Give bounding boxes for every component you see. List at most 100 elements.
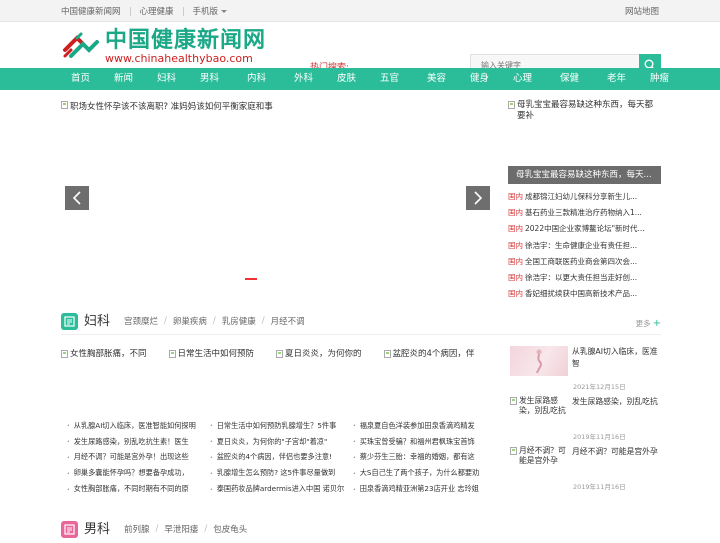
article-image[interactable]: 月经不调？可能是宫外孕: [510, 446, 568, 476]
nav-item[interactable]: 男科: [186, 68, 233, 90]
section-tab[interactable]: 前列腺: [124, 523, 150, 535]
list-item[interactable]: 日常生活中如何预防乳腺增生？5件事: [204, 418, 347, 434]
more-link[interactable]: 更多 +: [636, 318, 661, 329]
more-label: 更多: [635, 319, 651, 328]
article-card[interactable]: 月经不调？可能是宫外孕 月经不调？可能是宫外孕 2019年11月16日: [510, 446, 661, 495]
list-item[interactable]: 盆腔炎的4个病因，伴侣也要多注意!: [204, 450, 347, 466]
article-card[interactable]: 从乳腺AI切入临床，医准智 2021年12月15日: [510, 346, 661, 395]
slider-indicator[interactable]: [245, 278, 257, 280]
logo-mark-icon: [61, 28, 101, 60]
section-tab[interactable]: 乳房健康: [222, 315, 256, 327]
news-tag: 国内: [508, 256, 523, 266]
side-featured-title[interactable]: 母乳宝宝最容易缺这种东西，每天...: [508, 166, 661, 184]
list-item[interactable]: 蔡少芬生三胎：幸福的婚姻，都有这: [347, 450, 490, 466]
topbar-link-mobile[interactable]: 手机版: [193, 5, 219, 17]
mobile-version-dropdown[interactable]: 手机版: [193, 5, 228, 17]
card-date: 2019年11月16日: [573, 433, 626, 441]
broken-image-icon: [508, 101, 515, 109]
nav-item[interactable]: 首页: [61, 68, 100, 90]
header: 中国健康新闻网 www.chinahealthybao.com 热门搜索:: [0, 22, 720, 76]
list-item[interactable]: 福泉夏自色洋装参加田泉香滴鸡精发: [347, 418, 490, 434]
card-date: 2021年12月15日: [573, 383, 626, 391]
list-item[interactable]: 买珠宝曾受骗？和福州君枫珠宝首饰: [347, 434, 490, 450]
broken-image-icon: [61, 101, 68, 109]
section-tab[interactable]: 卵巢疾病: [173, 315, 207, 327]
site-logo[interactable]: 中国健康新闻网 www.chinahealthybao.com: [61, 28, 266, 65]
article-image[interactable]: [510, 346, 568, 376]
article-card[interactable]: 发生尿路感染，别乱吃抗 发生尿路感染，别乱吃抗 2019年11月16日: [510, 396, 661, 445]
broken-image-icon: [510, 397, 517, 405]
news-tag: 国内: [508, 191, 523, 201]
section-nanke-icon: [61, 521, 78, 538]
nav-item[interactable]: 外科: [280, 68, 327, 90]
chevron-right-icon: [474, 191, 483, 205]
broken-image-icon: [276, 350, 283, 358]
list-item[interactable]: 乳腺增生怎么预防? 这5件事尽量做到: [204, 465, 347, 481]
main-nav: 首页 新闻 妇科 男科 内科 外科 皮肤 五官 美容 健身 心理 保健 老年 肿瘤: [0, 68, 720, 90]
topbar-link-psychology[interactable]: 心理健康: [140, 5, 174, 17]
section-header-fuke: 妇科 宫颈糜烂 / 卵巢疾病 / 乳房健康 / 月经不调 更多 +: [61, 313, 661, 335]
news-tag: 国内: [508, 224, 523, 234]
side-news-item[interactable]: 国内 徐浩宇：生命健康企业有责任担...: [508, 237, 661, 253]
side-news-item[interactable]: 国内 基石药业三款精准治疗药物纳入1...: [508, 204, 661, 220]
nav-item[interactable]: 健身: [460, 68, 499, 90]
list-item[interactable]: 从乳腺AI切入临床，医准智能如何探明: [61, 418, 204, 434]
list-item[interactable]: 泰国药妆品牌ardermis进入中国 诺贝尔: [204, 481, 347, 497]
article-image[interactable]: 发生尿路感染，别乱吃抗: [510, 396, 568, 426]
image-alt-text: 发生尿路感染，别乱吃抗: [519, 396, 566, 415]
top-bar: 中国健康新闻网 心理健康 手机版 网站地图: [0, 0, 720, 22]
nav-item[interactable]: 肿瘤: [640, 68, 679, 90]
slide-image[interactable]: 职场女性怀孕该不该离职? 准妈妈该如何平衡家庭和事: [61, 100, 491, 112]
side-news-item[interactable]: 国内 香妃细扰续获中国高新技术产品...: [508, 286, 661, 302]
nav-item[interactable]: 心理: [499, 68, 546, 90]
side-news-item[interactable]: 国内 全国工商联医药业商会第四次会...: [508, 253, 661, 269]
news-tag: 国内: [508, 273, 523, 283]
nav-item[interactable]: 美容: [413, 68, 460, 90]
broken-image-icon: [61, 350, 68, 358]
slider-next-button[interactable]: [466, 186, 490, 210]
divider: [182, 6, 184, 16]
thumbnail[interactable]: 夏日炎炎，为何你的: [276, 349, 384, 360]
image-slider[interactable]: 职场女性怀孕该不该离职? 准妈妈该如何平衡家庭和事: [61, 100, 491, 285]
nav-item[interactable]: 保健: [546, 68, 593, 90]
fuke-thumbnails: 女性胸部胀痛，不同 日常生活中如何预防 夏日炎炎，为何你的 盆腔炎的4个病因，伴: [61, 349, 491, 360]
figure-illustration-icon: [536, 349, 542, 374]
section-tab[interactable]: 宫颈糜烂: [124, 315, 158, 327]
slider-prev-button[interactable]: [65, 186, 89, 210]
thumbnail[interactable]: 女性胸部胀痛，不同: [61, 349, 169, 360]
topbar-link-home[interactable]: 中国健康新闻网: [61, 5, 121, 17]
news-tag: 国内: [508, 289, 523, 299]
section-tabs: 宫颈糜烂 / 卵巢疾病 / 乳房健康 / 月经不调: [124, 315, 305, 327]
section-tab[interactable]: 早泄阳痿: [164, 523, 198, 535]
list-item[interactable]: 大S自己生了两个孩子，为什么都要劝: [347, 465, 490, 481]
nav-item[interactable]: 妇科: [147, 68, 186, 90]
section-tab[interactable]: 月经不调: [271, 315, 305, 327]
logo-cn-text: 中国健康新闻网: [105, 27, 267, 53]
nav-item[interactable]: 内科: [233, 68, 280, 90]
fuke-article-lists: 从乳腺AI切入临床，医准智能如何探明发生尿路感染，别乱吃抗生素！医生月经不调？可…: [61, 418, 491, 497]
nav-item[interactable]: 新闻: [100, 68, 147, 90]
news-title: 成都锦江妇幼儿保科分享新生儿...: [525, 191, 638, 201]
side-featured-image[interactable]: 母乳宝宝最容易缺这种东西，每天都要补: [508, 100, 661, 158]
section-tab[interactable]: 包皮龟头: [213, 523, 247, 535]
news-tag: 国内: [508, 240, 523, 250]
nav-item[interactable]: 五官: [366, 68, 413, 90]
nav-item[interactable]: 老年: [593, 68, 640, 90]
side-news-item[interactable]: 国内 成都锦江妇幼儿保科分享新生儿...: [508, 188, 661, 204]
thumbnail[interactable]: 盆腔炎的4个病因，伴: [383, 349, 492, 360]
list-item[interactable]: 女性胸部胀痛，不同时期有不同的原: [61, 481, 204, 497]
side-news-item[interactable]: 国内 徐浩宇：以更大责任担当走好创...: [508, 269, 661, 285]
list-item[interactable]: 夏日炎炎，为何你的"子宫却"着凉": [204, 434, 347, 450]
list-item[interactable]: 发生尿路感染，别乱吃抗生素！医生: [61, 434, 204, 450]
list-item[interactable]: 卵巢多囊能怀孕吗？想要备孕成功，: [61, 465, 204, 481]
sitemap-link[interactable]: 网站地图: [625, 5, 659, 17]
side-news-item[interactable]: 国内 2022中国企业家博鳌论坛"新时代...: [508, 221, 661, 237]
list-item[interactable]: 田泉香滴鸡精亚洲第23店开业 志玲姐: [347, 481, 490, 497]
logo-en-text: www.chinahealthybao.com: [105, 52, 253, 65]
thumbnail-caption: 夏日炎炎，为何你的: [285, 349, 362, 359]
thumbnail[interactable]: 日常生活中如何预防: [168, 349, 277, 360]
nav-item[interactable]: 皮肤: [327, 68, 366, 90]
slide-caption: 职场女性怀孕该不该离职? 准妈妈该如何平衡家庭和事: [70, 102, 273, 112]
thumbnail-caption: 盆腔炎的4个病因，伴: [392, 349, 475, 359]
list-item[interactable]: 月经不调？可能是宫外孕！出现这些: [61, 450, 204, 466]
